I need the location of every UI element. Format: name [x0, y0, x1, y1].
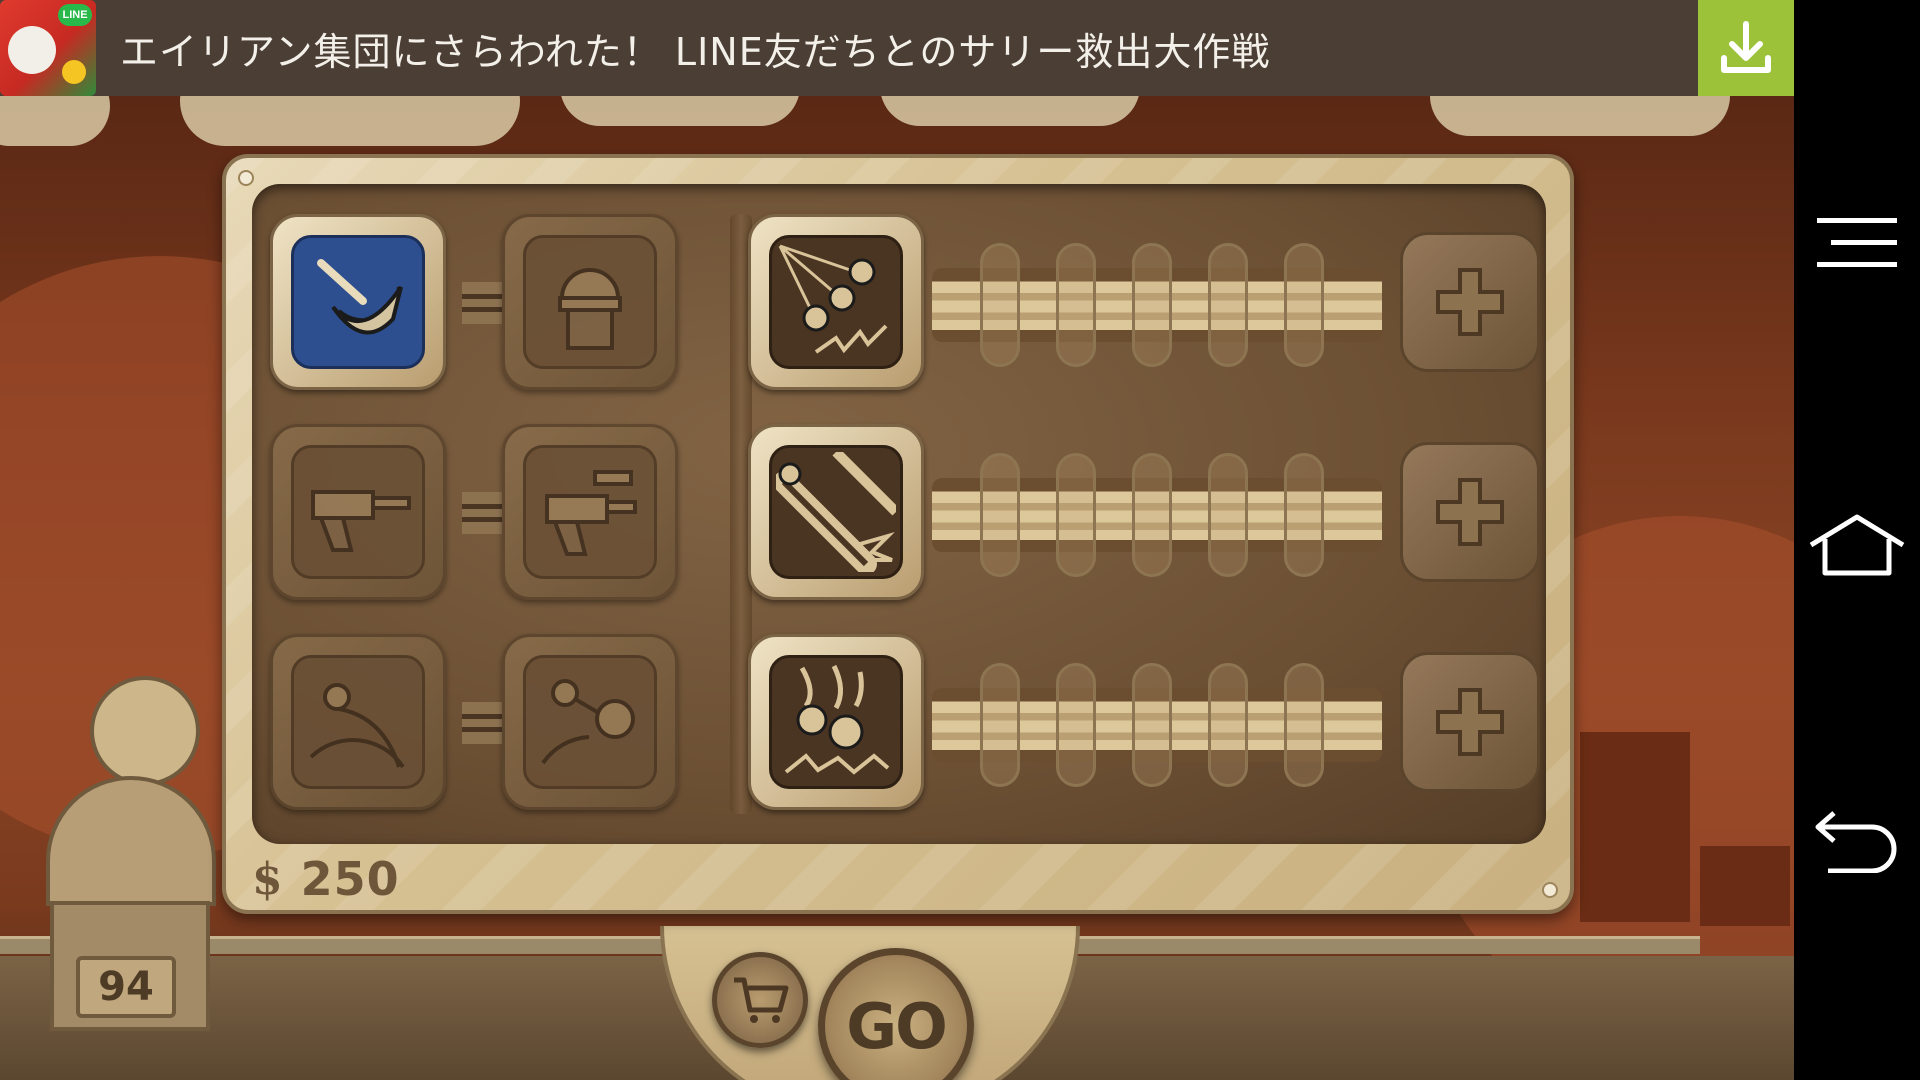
building-silhouette	[1700, 846, 1790, 926]
upgrade-pip	[980, 453, 1020, 577]
go-label: GO	[846, 989, 948, 1063]
panel-bolt	[1542, 882, 1558, 898]
cannon-upgrade-icon	[545, 470, 637, 556]
shop-button[interactable]	[712, 952, 808, 1048]
cannon-upgrade-icon-frame	[523, 445, 657, 579]
tower-dish	[90, 676, 200, 786]
cloud	[1430, 96, 1730, 136]
laser-beam-icon	[776, 452, 896, 572]
upgrade-panel: $ 250	[222, 154, 1574, 914]
orbit-upgrade-icon-frame	[523, 655, 657, 789]
upgrade-pip	[1056, 453, 1096, 577]
plus-icon	[1436, 478, 1504, 546]
laser-beam-icon-frame	[769, 445, 903, 579]
back-icon	[1815, 811, 1897, 873]
upgrade-pip	[1284, 663, 1324, 787]
tower-level: 94	[76, 956, 176, 1018]
menu-icon	[1817, 218, 1897, 267]
cart-icon	[734, 977, 789, 1023]
upgrade-plus-button[interactable]	[1400, 652, 1540, 792]
navigation-bar	[1794, 0, 1920, 1080]
fire-ball-icon-frame	[769, 655, 903, 789]
cloud	[880, 96, 1140, 126]
ability-slot-bunker[interactable]	[502, 214, 678, 390]
ability-slot-cannon[interactable]	[270, 424, 446, 600]
game-scene: 94 $ 250 GO	[0, 96, 1794, 1080]
upgrade-pip	[1208, 243, 1248, 367]
download-button[interactable]	[1698, 0, 1794, 96]
cluster-shot-icon-frame	[769, 235, 903, 369]
building-silhouette	[1580, 732, 1690, 922]
fire-ball-icon	[784, 664, 890, 775]
home-icon	[1809, 514, 1905, 576]
app-icon-chick	[62, 60, 86, 84]
app-icon-face	[8, 26, 56, 74]
money-amount: 250	[300, 852, 400, 906]
panel-inner	[252, 184, 1546, 844]
tower-dome	[46, 776, 216, 906]
cloud	[560, 96, 800, 126]
stat-slot-cluster-shot[interactable]	[748, 214, 924, 390]
upgrade-pip	[980, 243, 1020, 367]
cloud	[180, 96, 520, 146]
cloud	[0, 96, 110, 146]
cluster-shot-icon	[778, 244, 888, 354]
ability-slot-orbit-upgrade[interactable]	[502, 634, 678, 810]
bunker-icon-frame	[523, 235, 657, 369]
line-badge: LINE	[58, 4, 92, 26]
ability-slot-cannon-upgrade[interactable]	[502, 424, 678, 600]
orbit-icon-frame	[291, 655, 425, 789]
upgrade-pip	[1208, 663, 1248, 787]
dish-icon	[317, 259, 403, 335]
ability-slot-dish[interactable]	[270, 214, 446, 390]
back-button[interactable]	[1794, 780, 1920, 900]
upgrade-pip	[1132, 453, 1172, 577]
ability-slot-orbit[interactable]	[270, 634, 446, 810]
dish-icon-frame	[291, 235, 425, 369]
tier-connector	[462, 702, 502, 744]
upgrade-pip	[1284, 453, 1324, 577]
upgrade-pip	[1132, 663, 1172, 787]
orbit-upgrade-icon	[541, 679, 635, 765]
bunker-icon	[558, 268, 622, 350]
upgrade-pip	[1208, 453, 1248, 577]
cannon-icon-frame	[291, 445, 425, 579]
download-icon	[1721, 21, 1771, 73]
home-button[interactable]	[1794, 484, 1920, 604]
player-tower: 94	[40, 656, 220, 1031]
panel-bolt	[238, 170, 254, 186]
cannon-icon	[311, 490, 411, 552]
tier-connector	[462, 492, 502, 534]
stat-slot-laser-beam[interactable]	[748, 424, 924, 600]
upgrade-pip	[980, 663, 1020, 787]
app-icon[interactable]: LINE	[0, 0, 96, 96]
upgrade-plus-button[interactable]	[1400, 442, 1540, 582]
upgrade-pip	[1056, 243, 1096, 367]
menu-button[interactable]	[1794, 182, 1920, 302]
money-display: $ 250	[252, 848, 400, 910]
ad-banner[interactable]: LINE エイリアン集団にさらわれた！ LINE友だちとのサリー救出大作戦	[0, 0, 1794, 96]
upgrade-pip	[1284, 243, 1324, 367]
dollar-icon: $	[252, 853, 283, 905]
orbit-icon	[309, 683, 405, 769]
plus-icon	[1436, 688, 1504, 756]
ad-text[interactable]: エイリアン集団にさらわれた！ LINE友だちとのサリー救出大作戦	[120, 21, 1270, 76]
stat-slot-fire-ball[interactable]	[748, 634, 924, 810]
upgrade-plus-button[interactable]	[1400, 232, 1540, 372]
upgrade-pip	[1132, 243, 1172, 367]
tier-connector	[462, 282, 502, 324]
plus-icon	[1436, 268, 1504, 336]
upgrade-pip	[1056, 663, 1096, 787]
